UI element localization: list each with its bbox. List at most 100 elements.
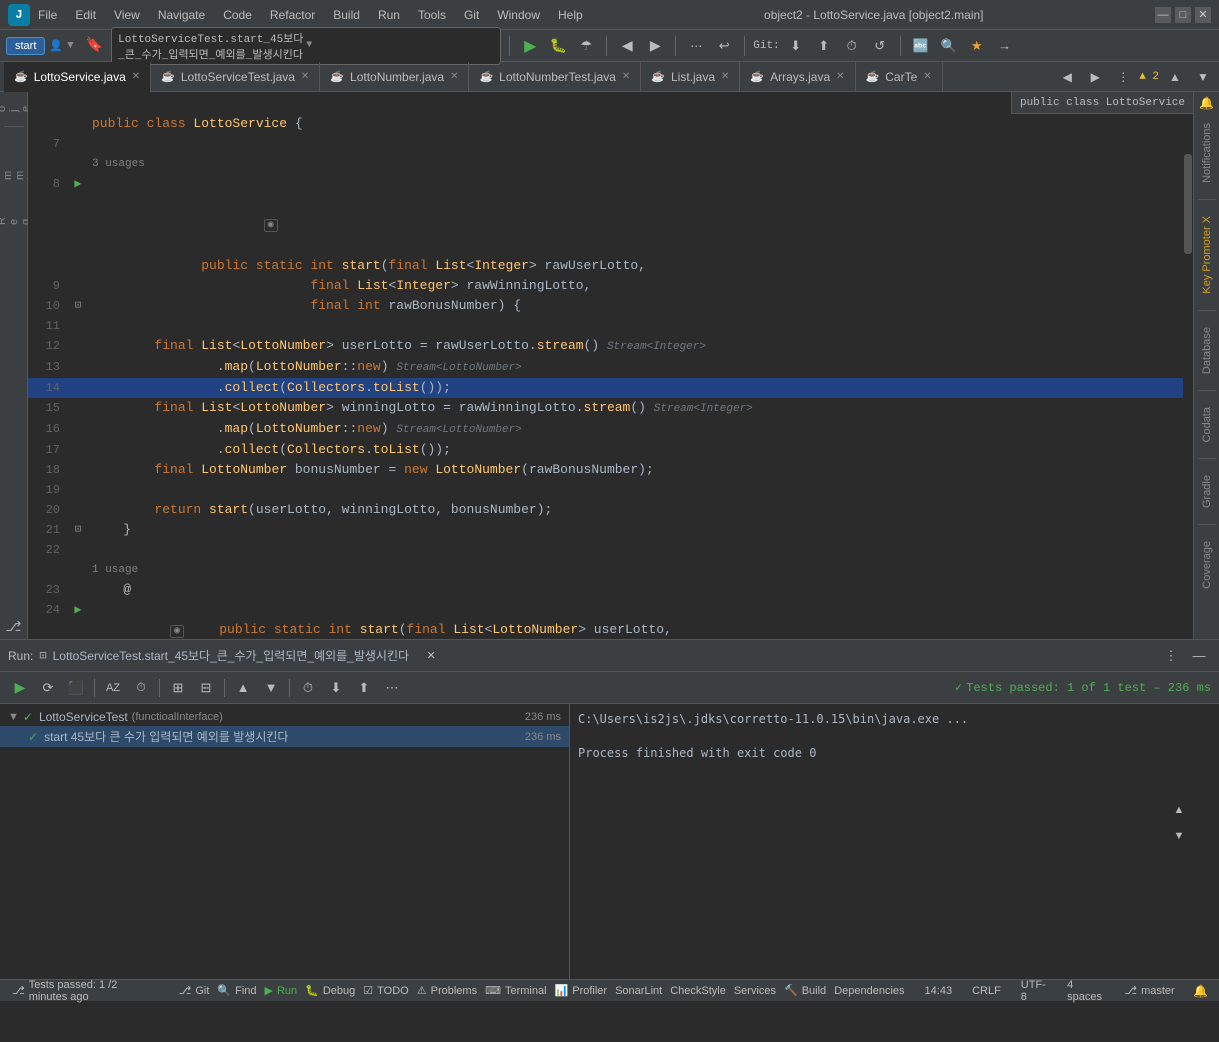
more-bt-button[interactable]: ⋯: [380, 676, 404, 700]
rerun-button[interactable]: ▶: [8, 676, 32, 700]
database-label[interactable]: Database: [1197, 319, 1217, 382]
undo-button[interactable]: ↩: [712, 34, 736, 58]
problems-tool-btn[interactable]: ⚠ Problems: [413, 984, 481, 997]
codata-label[interactable]: Codata: [1197, 399, 1217, 450]
run-panel-menu[interactable]: ⋮: [1159, 644, 1183, 668]
menu-build[interactable]: Build: [325, 6, 368, 24]
menu-edit[interactable]: Edit: [67, 6, 104, 24]
close-icon-2[interactable]: ✕: [301, 71, 309, 82]
run-gutter-8[interactable]: ▶: [74, 174, 81, 194]
notification-bell-btn[interactable]: 🔔: [1191, 979, 1211, 1003]
scrollbar[interactable]: [1183, 114, 1193, 639]
menu-run[interactable]: Run: [370, 6, 408, 24]
menu-navigate[interactable]: Navigate: [150, 6, 213, 24]
debug-tool-btn[interactable]: 🐛 Debug: [301, 984, 359, 997]
close-icon-5[interactable]: ✕: [721, 71, 729, 82]
breadcrumb-up[interactable]: ▲: [1163, 65, 1187, 89]
tab-lottonumber[interactable]: ☕ LottoNumber.java ✕: [320, 62, 469, 92]
menu-code[interactable]: Code: [215, 6, 260, 24]
import-button[interactable]: ⬆: [352, 676, 376, 700]
coverage-label[interactable]: Coverage: [1197, 533, 1217, 597]
git-rollback[interactable]: ↺: [868, 34, 892, 58]
tabs-menu[interactable]: ⋮: [1111, 65, 1135, 89]
checkstyle-tool-btn[interactable]: CheckStyle: [666, 985, 730, 997]
git-pull[interactable]: ⬇: [784, 34, 808, 58]
menu-refactor[interactable]: Refactor: [262, 6, 323, 24]
git-sidebar-icon[interactable]: ⎇: [2, 615, 26, 639]
test-group-item[interactable]: ▼ ✓ LottoServiceTest (functioalInterface…: [0, 708, 569, 726]
git-status[interactable]: ⎇ Tests passed: 1 /2 minutes ago: [8, 979, 143, 1003]
notifications-label[interactable]: Notifications: [1197, 115, 1217, 191]
git-tool-btn[interactable]: ⎇ Git: [175, 984, 214, 997]
pullreq-icon[interactable]: Pull Requests: [2, 209, 26, 233]
sonarlint-tool-btn[interactable]: SonarLint: [611, 985, 666, 997]
tab-list[interactable]: ☕ List.java ✕: [641, 62, 740, 92]
stop-button[interactable]: ⬛: [64, 676, 88, 700]
breadcrumb-down[interactable]: ▼: [1191, 65, 1215, 89]
run-panel-close[interactable]: —: [1187, 644, 1211, 668]
search-button[interactable]: 🔍: [937, 34, 961, 58]
group-expand-icon[interactable]: ▼: [8, 711, 19, 723]
fold-8[interactable]: ◉: [264, 219, 278, 232]
expand-all-button[interactable]: ⊞: [166, 676, 190, 700]
menu-tools[interactable]: Tools: [410, 6, 454, 24]
close-icon-7[interactable]: ✕: [923, 71, 931, 82]
editor-scroll[interactable]: public class LottoService { 7 3 usages 8…: [28, 92, 1193, 639]
close-icon-1[interactable]: ✕: [132, 71, 140, 82]
scroll-thumb[interactable]: [1184, 154, 1192, 254]
run-gutter-24[interactable]: ▶: [74, 600, 81, 620]
terminal-tool-btn[interactable]: ⌨ Terminal: [481, 984, 550, 997]
find-tool-btn[interactable]: 🔍 Find: [213, 984, 260, 997]
window-controls[interactable]: — □ ✕: [1155, 7, 1211, 23]
charset-indicator[interactable]: UTF-8: [1017, 979, 1051, 1003]
todo-tool-btn[interactable]: ☑ TODO: [359, 984, 412, 997]
editor[interactable]: public class LottoService public class L…: [28, 92, 1193, 639]
menu-window[interactable]: Window: [489, 6, 548, 24]
git-push[interactable]: ⬆: [812, 34, 836, 58]
maximize-button[interactable]: □: [1175, 7, 1191, 23]
prev-fail-button[interactable]: ▲: [231, 676, 255, 700]
forward-button[interactable]: ▶: [643, 34, 667, 58]
collapse-all-button[interactable]: ⊟: [194, 676, 218, 700]
tabs-scroll-right[interactable]: ▶: [1083, 65, 1107, 89]
close-icon-6[interactable]: ✕: [836, 71, 844, 82]
tabs-scroll-left[interactable]: ◀: [1055, 65, 1079, 89]
back-button[interactable]: ◀: [615, 34, 639, 58]
tab-lottoservicetest[interactable]: ☕ LottoServiceTest.java ✕: [151, 62, 320, 92]
run-config-dropdown[interactable]: LottoServiceTest.start_45보다_큰_수가_입력되면_예외…: [111, 27, 501, 65]
key-promoter-label[interactable]: Key Promoter X: [1197, 208, 1217, 302]
rerun-failed-button[interactable]: ⟳: [36, 676, 60, 700]
line-ending-indicator[interactable]: CRLF: [968, 985, 1005, 997]
commit-icon[interactable]: Commit: [2, 163, 26, 187]
test-item-1[interactable]: ✓ start 45보다 큰 수가 입력되면 예외를 발생시킨다 236 ms: [0, 726, 569, 747]
start-button[interactable]: start: [6, 37, 45, 55]
scroll-up-btn[interactable]: ▲: [1167, 798, 1191, 822]
notification-icon[interactable]: 🔔: [1199, 96, 1214, 111]
bookmark-button[interactable]: ★: [965, 34, 989, 58]
project-icon[interactable]: Project: [2, 96, 26, 120]
next-button[interactable]: →: [993, 34, 1017, 58]
run-tab-name[interactable]: LottoServiceTest.start_45보다_큰_수가_입력되면_예외…: [53, 647, 409, 664]
translate-button[interactable]: 🔤: [909, 34, 933, 58]
close-icon-4[interactable]: ✕: [622, 71, 630, 82]
tab-lottoservice[interactable]: ☕ LottoService.java ✕: [4, 62, 151, 92]
minimize-button[interactable]: —: [1155, 7, 1171, 23]
history-button[interactable]: ⏱: [296, 676, 320, 700]
gradle-label[interactable]: Gradle: [1197, 467, 1217, 516]
debug-button[interactable]: 🐛: [546, 34, 570, 58]
tab-lottonumbertest[interactable]: ☕ LottoNumberTest.java ✕: [469, 62, 641, 92]
close-icon-3[interactable]: ✕: [450, 71, 458, 82]
run-tab-close[interactable]: ✕: [419, 644, 443, 668]
coverage-button[interactable]: ☂: [574, 34, 598, 58]
git-history[interactable]: ⏱: [840, 34, 864, 58]
run-button[interactable]: ▶: [518, 34, 542, 58]
position-indicator[interactable]: 14:43: [921, 985, 957, 997]
fold-21[interactable]: ⊡: [75, 520, 82, 540]
menu-file[interactable]: File: [30, 6, 65, 24]
profiler-tool-btn[interactable]: 📊 Profiler: [551, 984, 612, 997]
tab-arrays[interactable]: ☕ Arrays.java ✕: [740, 62, 855, 92]
run-tool-btn[interactable]: ▶ Run: [261, 984, 302, 997]
menu-view[interactable]: View: [106, 6, 148, 24]
services-tool-btn[interactable]: Services: [730, 985, 780, 997]
tab-carte[interactable]: ☕ CarTe ✕: [856, 62, 943, 92]
